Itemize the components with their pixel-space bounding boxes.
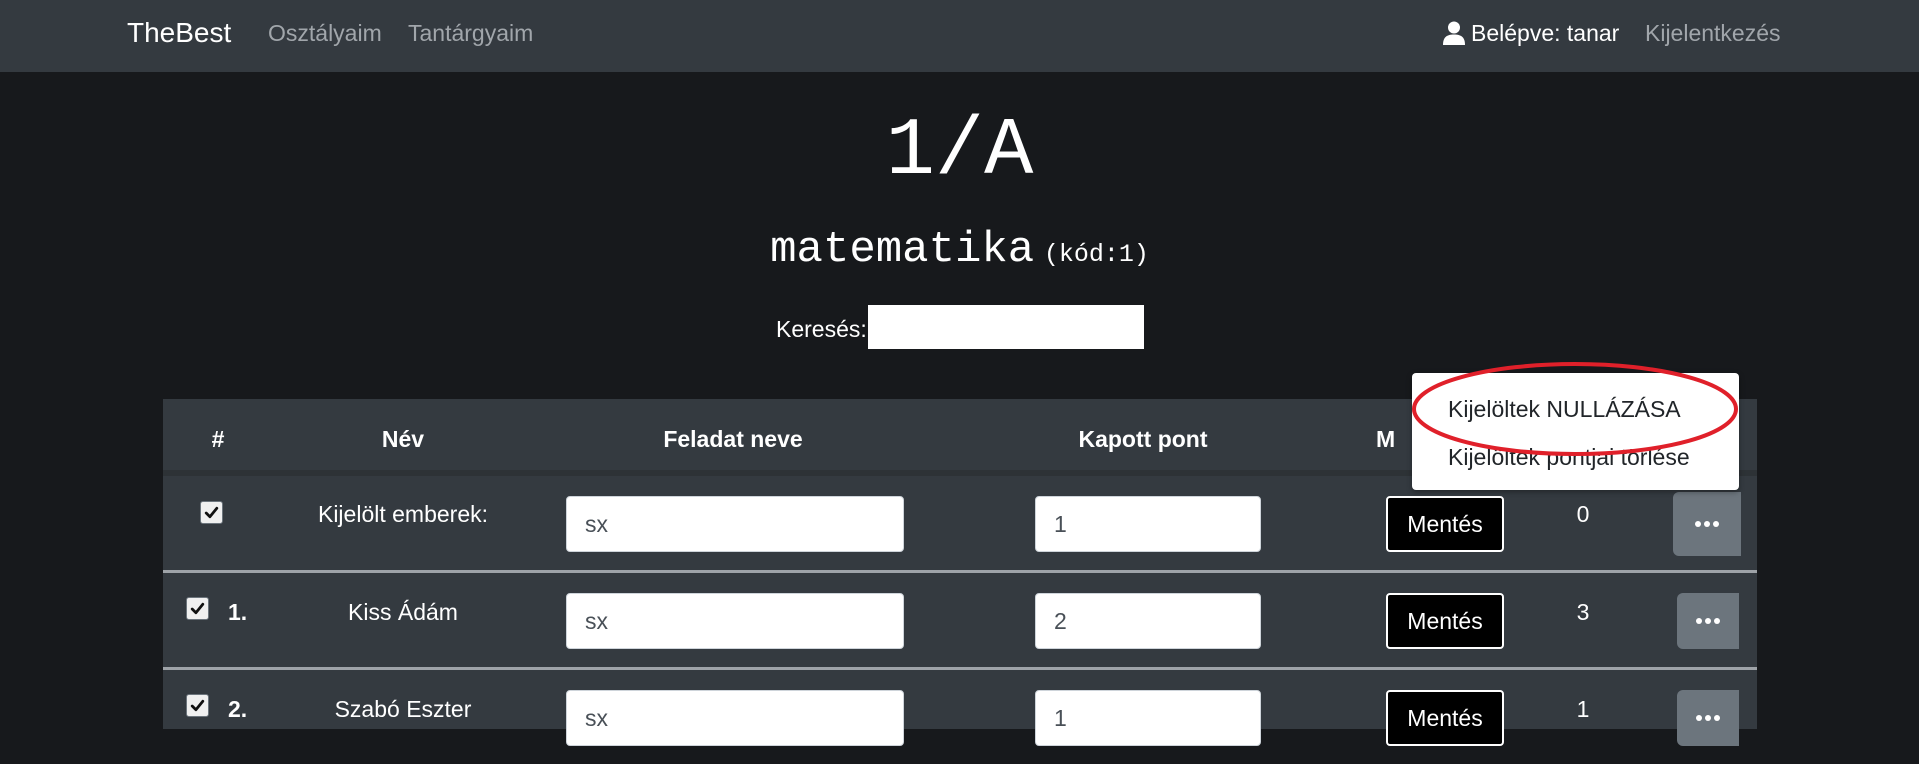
selected-score: 0: [1576, 501, 1590, 527]
selected-save-button[interactable]: Mentés: [1386, 496, 1504, 552]
table-row: 2. Szabó Eszter Mentés 1: [163, 670, 1757, 764]
subject-code: (kód:1): [1043, 240, 1149, 269]
subject-title: matematika (kód:1): [0, 222, 1919, 285]
save-button[interactable]: Mentés: [1386, 593, 1504, 649]
points-input[interactable]: [1035, 690, 1261, 746]
checkbox-checked-icon: [190, 699, 205, 712]
search-input[interactable]: [868, 305, 1144, 349]
navbar: TheBest Osztályaim Tantárgyaim Belépve: …: [0, 0, 1919, 72]
row-number: 2.: [228, 696, 248, 722]
row-checkbox[interactable]: [186, 694, 209, 717]
selected-points-input[interactable]: [1035, 496, 1261, 552]
ellipsis-icon: [1696, 618, 1720, 624]
table-row: 1. Kiss Ádám Mentés 3: [163, 573, 1757, 667]
header-name: Név: [381, 426, 425, 452]
ellipsis-icon: [1696, 715, 1720, 721]
menu-item-delete-selected-points[interactable]: Kijelöltek pontjai törlése: [1448, 442, 1690, 472]
header-task-name: Feladat neve: [663, 426, 803, 452]
checkbox-checked-icon: [190, 602, 205, 615]
subject-name: matematika: [770, 225, 1035, 275]
page-title: 1/A: [885, 105, 1034, 198]
points-input[interactable]: [1035, 593, 1261, 649]
row-number: 1.: [228, 599, 248, 625]
user-label: Belépve: tanar: [1471, 20, 1620, 46]
brand-logo[interactable]: TheBest: [127, 15, 231, 51]
bulk-actions-dropdown: Kijelöltek NULLÁZÁSA Kijelöltek pontjai …: [1412, 373, 1739, 490]
student-score: 1: [1576, 696, 1590, 722]
select-all-checkbox[interactable]: [200, 501, 223, 524]
user-icon: [1443, 21, 1465, 45]
student-name: Kiss Ádám: [348, 599, 458, 625]
menu-item-reset-selected[interactable]: Kijelöltek NULLÁZÁSA: [1448, 394, 1681, 424]
more-button[interactable]: [1677, 593, 1739, 649]
header-points: Kapott pont: [1078, 426, 1208, 452]
header-m: M: [1376, 426, 1396, 452]
search-label: Keresés:: [776, 316, 867, 342]
checkbox-checked-icon: [204, 506, 219, 519]
task-input[interactable]: [566, 593, 904, 649]
nav-link-osztalyaim[interactable]: Osztályaim: [268, 18, 382, 48]
more-button[interactable]: [1677, 690, 1739, 746]
save-button[interactable]: Mentés: [1386, 690, 1504, 746]
nav-link-tantargyaim[interactable]: Tantárgyaim: [408, 18, 533, 48]
task-input[interactable]: [566, 690, 904, 746]
row-checkbox[interactable]: [186, 597, 209, 620]
student-score: 3: [1576, 599, 1590, 625]
logout-link[interactable]: Kijelentkezés: [1645, 18, 1781, 48]
selected-people-label: Kijelölt emberek:: [317, 501, 489, 527]
header-number: #: [211, 426, 225, 452]
nav-user: Belépve: tanar: [1443, 18, 1619, 48]
student-name: Szabó Eszter: [334, 696, 472, 722]
selected-people-row: Kijelölt emberek: Mentés 0: [163, 476, 1757, 570]
ellipsis-icon: [1695, 521, 1719, 527]
selected-task-input[interactable]: [566, 496, 904, 552]
selected-more-button[interactable]: [1673, 492, 1741, 556]
